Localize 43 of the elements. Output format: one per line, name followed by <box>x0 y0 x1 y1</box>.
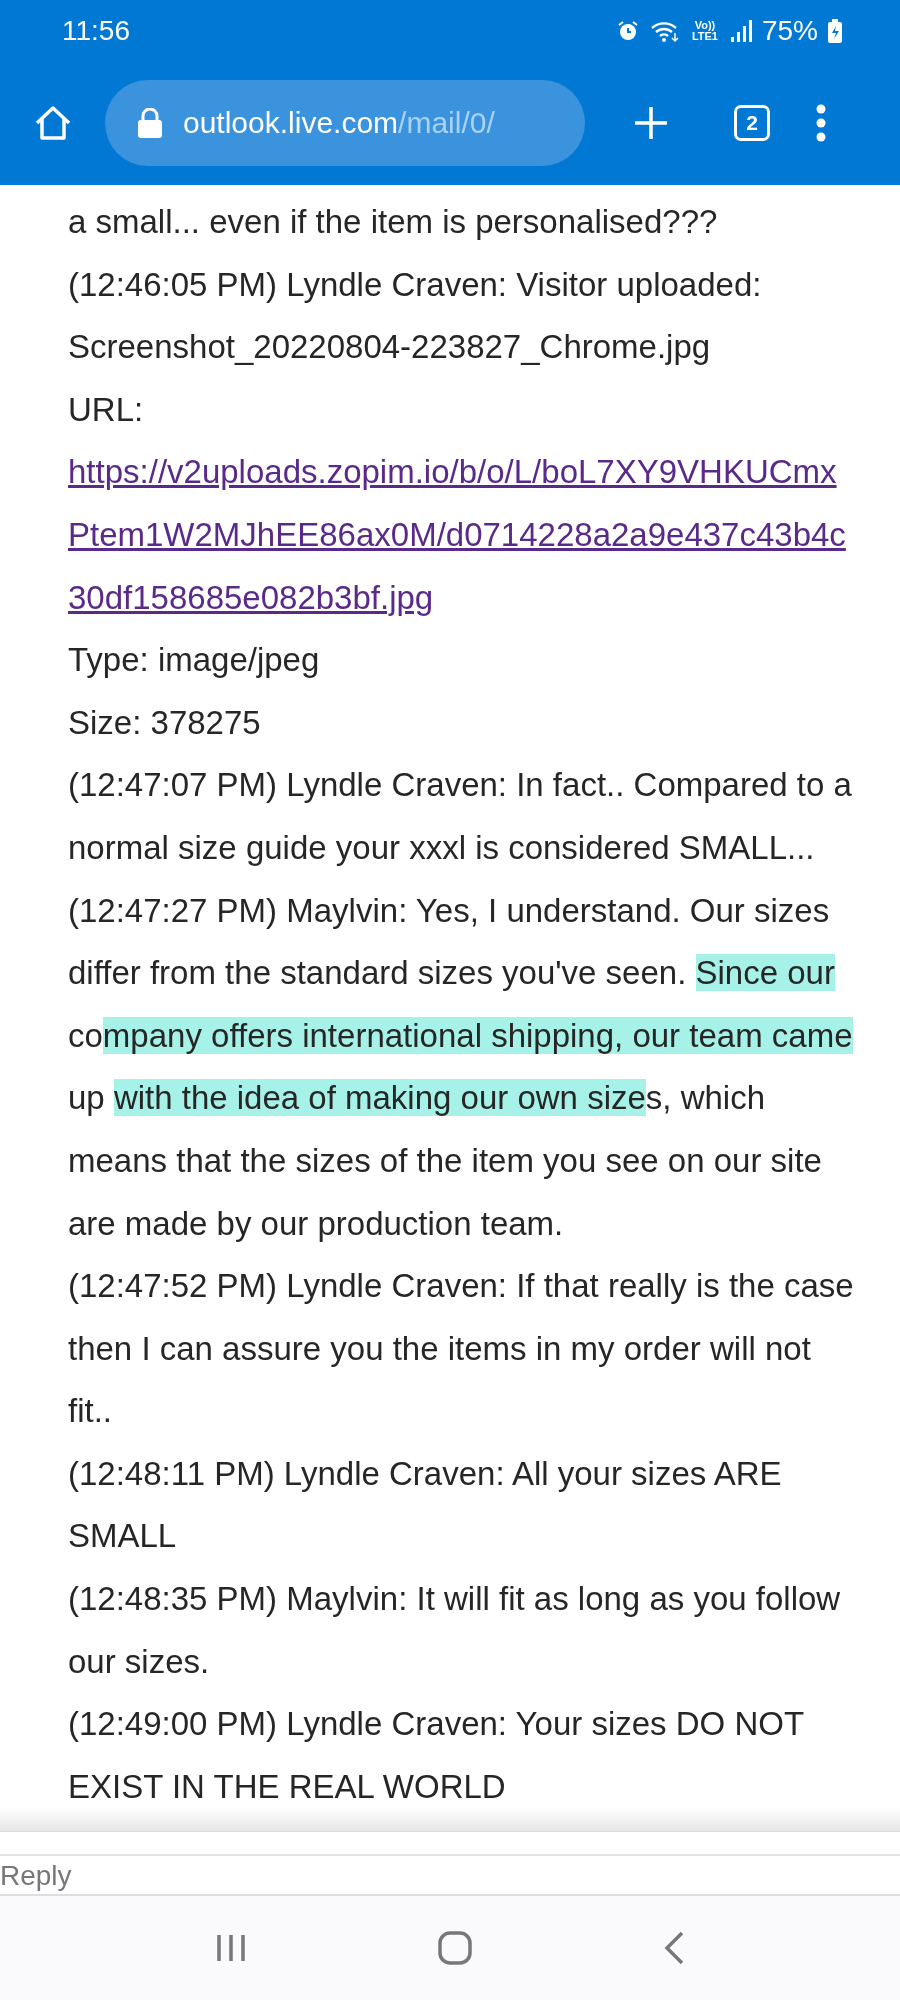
highlighted-text: mpany offers international shipping, our team came <box>102 1016 853 1054</box>
attachment-link[interactable]: 30df158685e082b3bf.jpg <box>68 578 434 616</box>
message-text: fit.. <box>68 1392 112 1430</box>
network-label: Vo)) LTE1 <box>690 19 719 42</box>
message-text: a small... even if the item is personalised??? <box>68 203 718 240</box>
new-tab-icon[interactable] <box>633 105 669 141</box>
message-text: means that the sizes of the item you see on our site <box>68 1141 822 1179</box>
message-text: (12:48:35 PM) Maylvin: It will fit as long as you follow <box>68 1580 841 1618</box>
menu-icon[interactable] <box>816 104 826 142</box>
tab-count-button[interactable]: 2 <box>734 105 770 141</box>
message-text: Screenshot_20220804-223827_Chrome.jpg <box>68 328 711 366</box>
message-text: (12:49:00 PM) Lyndle Craven: Your sizes DO NOT <box>68 1705 805 1743</box>
message-text: (12:47:52 PM) Lyndle Craven: If that really is the case <box>68 1267 854 1305</box>
attachment-link[interactable]: https://v2uploads.zopim.io/b/o/L/boL7XY9VHKUCmx <box>68 453 837 491</box>
url-host: outlook.live.com <box>183 106 399 140</box>
message-text: normal size guide your xxxl is considered SMALL... <box>68 828 815 866</box>
message-text: differ from the standard sizes you've seen. <box>68 954 688 992</box>
message-text: URL: <box>68 390 144 428</box>
message-text: EXIST IN THE REAL WORLD <box>68 1767 506 1805</box>
lock-icon <box>137 108 163 138</box>
highlighted-text: Since our <box>695 954 835 992</box>
clock-time: 11:56 <box>62 14 130 47</box>
message-text: s, which <box>645 1079 766 1117</box>
message-text: (12:48:11 PM) Lyndle Craven: All your sizes ARE <box>68 1454 782 1492</box>
message-text: are made by our production team. <box>68 1204 564 1242</box>
message-text: SMALL <box>68 1517 177 1555</box>
battery-percentage: 75% <box>761 14 818 47</box>
highlighted-text: with the idea of making our own size <box>113 1079 646 1117</box>
url-path: /mail/0/ <box>398 106 495 140</box>
message-text: (12:47:27 PM) Maylvin: Yes, I understand. Our sizes <box>68 891 830 929</box>
signal-icon <box>729 18 752 43</box>
battery-icon <box>828 18 842 43</box>
message-text: our sizes. <box>68 1642 210 1680</box>
message-text: then I can assure you the items in my order will not <box>68 1329 811 1367</box>
message-text: Type: image/jpeg <box>68 641 320 679</box>
home-icon[interactable] <box>437 1930 473 1966</box>
message-text: up <box>68 1079 106 1117</box>
message-text: Size: 378275 <box>68 703 261 741</box>
message-text: (12:47:07 PM) Lyndle Craven: In fact.. Compared to a <box>68 766 852 804</box>
message-text: (12:46:05 PM) Lyndle Craven: Visitor uploaded: <box>68 265 762 303</box>
home-icon[interactable] <box>33 103 73 143</box>
attachment-link[interactable]: Ptem1W2MJhEE86ax0M/d0714228a2a9e437c43b4c <box>68 515 846 553</box>
message-text: co <box>68 1016 103 1054</box>
